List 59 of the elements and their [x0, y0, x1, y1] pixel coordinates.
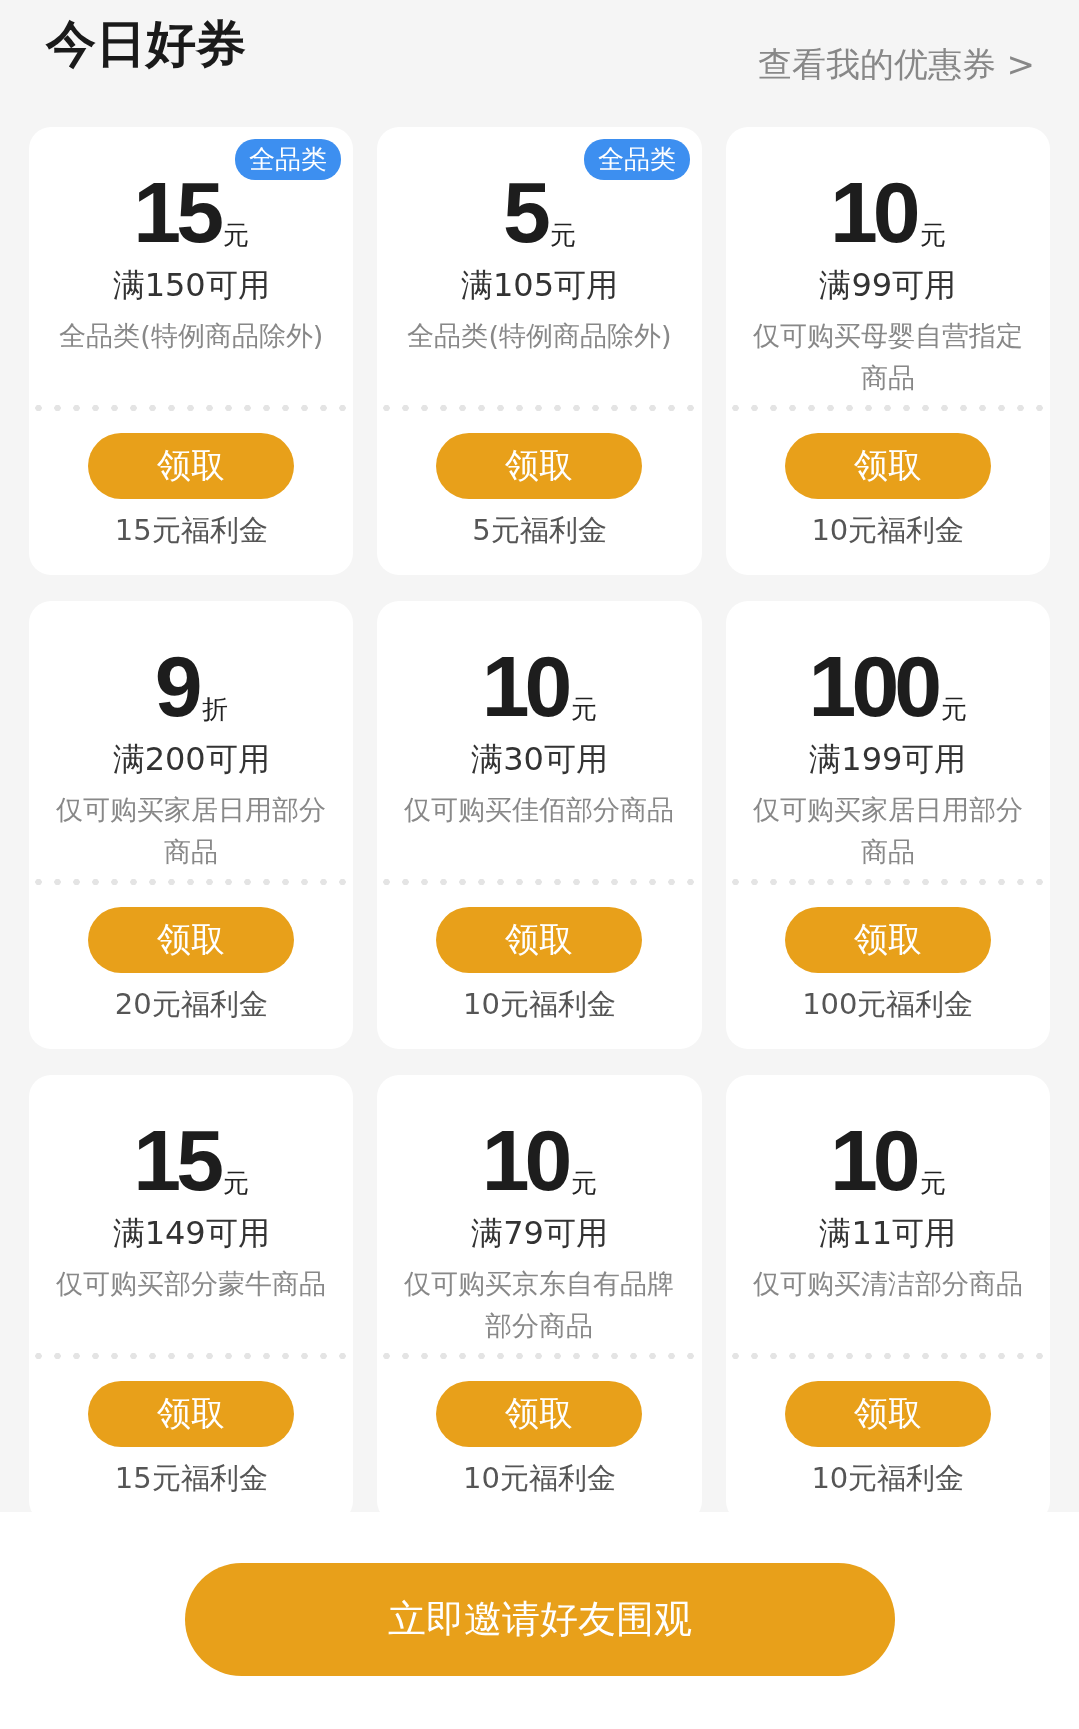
- claim-button[interactable]: 领取: [784, 907, 991, 973]
- amount-unit: 折: [201, 693, 228, 726]
- amount-unit: 元: [223, 1167, 249, 1200]
- coupon-amount: 15: [133, 1117, 219, 1203]
- claim-button[interactable]: 领取: [436, 433, 643, 499]
- category-badge: 全品类: [235, 139, 342, 180]
- coupon-description: 仅可购买母婴自营指定商品: [751, 319, 1024, 395]
- amount-unit: 元: [549, 219, 576, 252]
- coupon-description: 仅可购买家居日用部分商品: [55, 793, 328, 869]
- claim-button[interactable]: 领取: [436, 907, 643, 973]
- coupon-description: 仅可购买佳佰部分商品: [403, 793, 676, 827]
- invite-friends-button[interactable]: 立即邀请好友围观: [184, 1563, 895, 1676]
- reward-amount: 10元福利金: [811, 512, 965, 549]
- coupon-amount: 9: [154, 643, 198, 729]
- page-title: 今日好券: [46, 14, 246, 74]
- coupon-description: 全品类(特例商品除外): [406, 319, 673, 353]
- coupon-description: 仅可购买京东自有品牌部分商品: [403, 1267, 676, 1343]
- usage-condition: 满30可用: [471, 739, 608, 780]
- coupon-description: 仅可购买部分蒙牛商品: [55, 1267, 328, 1301]
- usage-condition: 满150可用: [112, 265, 270, 306]
- usage-condition: 满99可用: [819, 265, 957, 306]
- reward-amount: 10元福利金: [811, 1460, 965, 1497]
- coupon-amount: 10: [481, 643, 568, 729]
- claim-button[interactable]: 领取: [88, 433, 295, 499]
- claim-button[interactable]: 领取: [88, 907, 295, 973]
- reward-amount: 15元福利金: [114, 512, 268, 549]
- amount-unit: 元: [571, 693, 598, 726]
- coupon-description: 全品类(特例商品除外): [58, 319, 325, 353]
- claim-button[interactable]: 领取: [436, 1381, 643, 1447]
- my-coupons-link[interactable]: 查看我的优惠券 >: [757, 42, 1035, 88]
- usage-condition: 满105可用: [460, 265, 619, 306]
- reward-amount: 5元福利金: [472, 512, 607, 549]
- claim-button[interactable]: 领取: [784, 1381, 991, 1447]
- usage-condition: 满200可用: [112, 739, 270, 780]
- coupon-description: 仅可购买家居日用部分商品: [751, 793, 1024, 869]
- category-badge: 全品类: [583, 139, 690, 180]
- usage-condition: 满11可用: [819, 1213, 957, 1254]
- coupon-amount: 5: [503, 169, 546, 255]
- amount-unit: 元: [571, 1167, 598, 1200]
- usage-condition: 满149可用: [112, 1213, 270, 1254]
- coupon-amount: 15: [133, 169, 219, 255]
- amount-unit: 元: [919, 219, 946, 252]
- usage-condition: 满199可用: [809, 739, 967, 780]
- coupon-amount: 100: [808, 643, 938, 729]
- reward-amount: 20元福利金: [114, 986, 268, 1023]
- reward-amount: 10元福利金: [463, 986, 616, 1023]
- coupon-amount: 10: [830, 169, 916, 255]
- coupon-amount: 10: [830, 1117, 916, 1203]
- claim-button[interactable]: 领取: [88, 1381, 295, 1447]
- coupon-description: 仅可购买清洁部分商品: [751, 1267, 1024, 1301]
- usage-condition: 满79可用: [471, 1213, 608, 1254]
- reward-amount: 100元福利金: [802, 986, 974, 1023]
- amount-unit: 元: [919, 1167, 946, 1200]
- reward-amount: 10元福利金: [463, 1460, 616, 1497]
- amount-unit: 元: [941, 693, 968, 726]
- claim-button[interactable]: 领取: [784, 433, 991, 499]
- coupon-amount: 10: [481, 1117, 568, 1203]
- amount-unit: 元: [223, 219, 249, 252]
- reward-amount: 15元福利金: [114, 1460, 268, 1497]
